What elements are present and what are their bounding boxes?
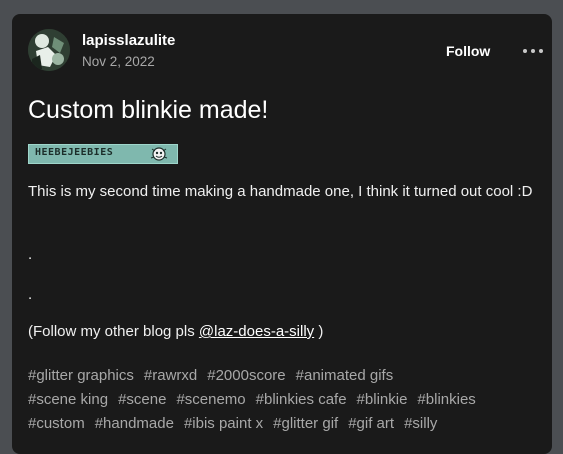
username[interactable]: lapisslazulite	[82, 32, 175, 49]
tag[interactable]: #blinkies cafe	[256, 388, 347, 412]
tag[interactable]: #ibis paint x	[184, 412, 263, 436]
more-options-dot	[523, 49, 527, 53]
tag[interactable]: #blinkies	[417, 388, 475, 412]
more-options-dot	[531, 49, 535, 53]
tag[interactable]: #handmade	[95, 412, 174, 436]
tag[interactable]: #animated gifs	[296, 364, 394, 388]
follow-button[interactable]: Follow	[436, 40, 500, 62]
tag-row: #glitter graphics #rawrxd #2000score #anima…	[28, 364, 543, 388]
tag[interactable]: #glitter graphics	[28, 364, 134, 388]
avatar[interactable]	[28, 29, 70, 71]
tag[interactable]: #custom	[28, 412, 85, 436]
tag[interactable]: #glitter gif	[273, 412, 338, 436]
tag-row: #custom #handmade #ibis paint x #glitter gi…	[28, 412, 543, 436]
more-options-dot	[539, 49, 543, 53]
more-options-icon[interactable]	[521, 42, 545, 60]
post-date[interactable]: Nov 2, 2022	[82, 54, 155, 69]
avatar-image	[28, 29, 70, 71]
blinkie-emblem-icon	[150, 147, 168, 161]
tag[interactable]: #scenemo	[176, 388, 245, 412]
tag[interactable]: #scene king	[28, 388, 108, 412]
tag[interactable]: #rawrxd	[144, 364, 197, 388]
body-paragraph: This is my second time making a handmade…	[28, 183, 533, 200]
tag[interactable]: #scene	[118, 388, 166, 412]
post-title: Custom blinkie made!	[28, 96, 269, 124]
post-header: lapisslazulite Nov 2, 2022 Follow	[28, 28, 543, 72]
follow-request-suffix: )	[314, 323, 324, 340]
body-paragraph: .	[28, 286, 33, 303]
tag-list: #glitter graphics #rawrxd #2000score #anima…	[28, 364, 543, 436]
follow-request-prefix: (Follow my other blog pls	[28, 323, 199, 340]
tag[interactable]: #blinkie	[357, 388, 408, 412]
tag[interactable]: #gif art	[348, 412, 394, 436]
post-card: lapisslazulite Nov 2, 2022 Follow Custom…	[12, 14, 552, 454]
tag[interactable]: #silly	[404, 412, 437, 436]
follow-request-paragraph: (Follow my other blog pls @laz-does-a-si…	[28, 321, 538, 343]
tag[interactable]: #2000score	[207, 364, 285, 388]
blog-mention-link[interactable]: @laz-does-a-silly	[199, 323, 314, 340]
tag-row: #scene king #scene #scenemo #blinkies cafe #…	[28, 388, 543, 412]
blinkie-text: HEEBEJEEBIES	[35, 147, 114, 158]
body-paragraph: .	[28, 246, 33, 263]
blinkie-image[interactable]: HEEBEJEEBIES	[28, 144, 178, 164]
